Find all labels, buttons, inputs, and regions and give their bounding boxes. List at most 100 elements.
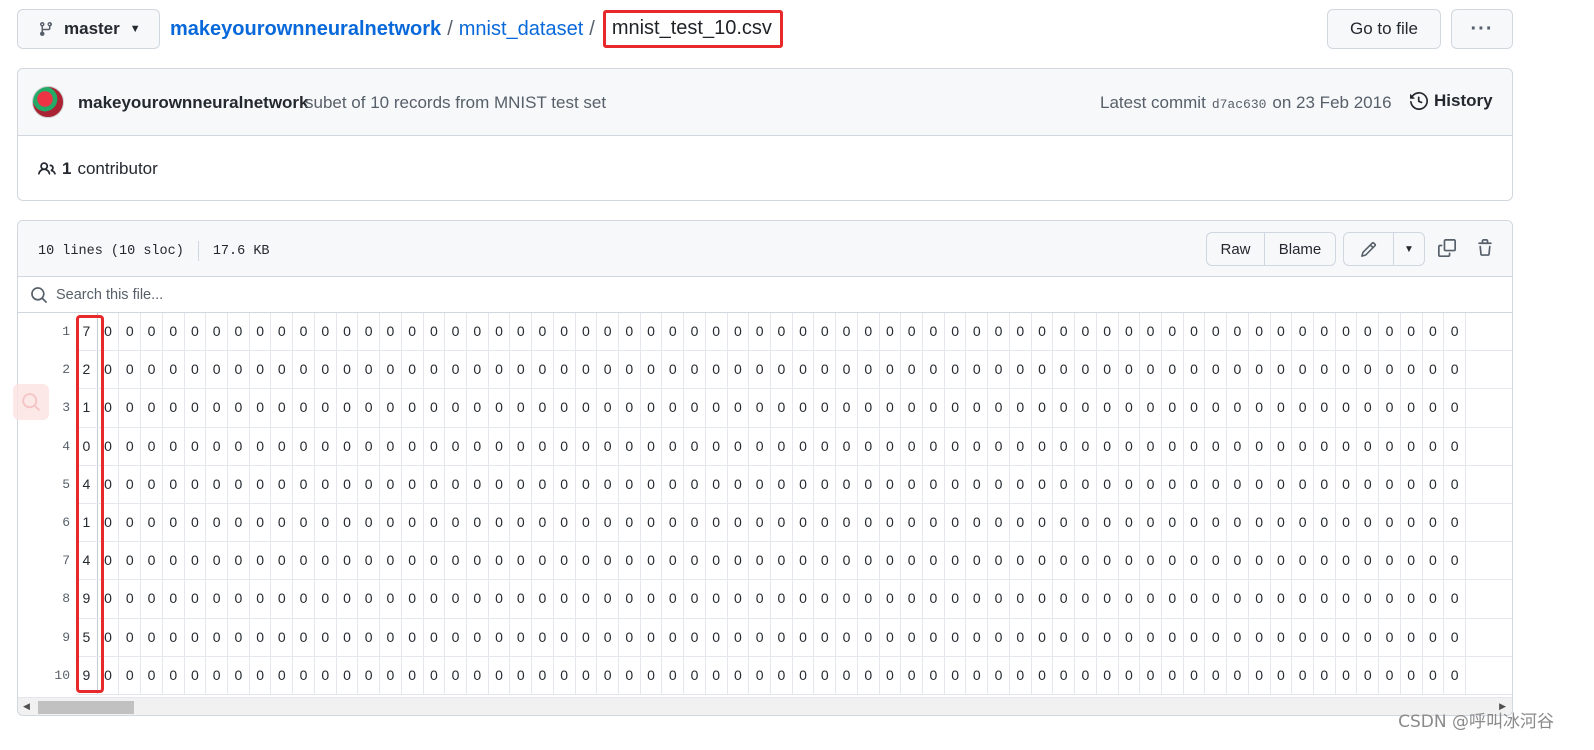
pixel-cell: 0 xyxy=(1032,580,1054,618)
pixel-cell: 0 xyxy=(1379,503,1401,542)
pixel-cell: 0 xyxy=(402,656,424,694)
pixel-cell: 0 xyxy=(901,656,924,694)
table-row: 9000000000000000000000000000000000000000… xyxy=(76,656,1512,695)
line-number[interactable]: 7 xyxy=(18,542,76,580)
commit-sha-link[interactable]: d7ac630 xyxy=(1212,97,1267,112)
pixel-cell: 0 xyxy=(1336,313,1358,351)
pixel-cell: 0 xyxy=(119,389,142,427)
pixel-cell: 0 xyxy=(445,503,467,542)
breadcrumb-repo-link[interactable]: makeyourownneuralnetwork xyxy=(170,18,441,41)
pixel-cell: 0 xyxy=(1010,427,1032,465)
breadcrumb-separator: / xyxy=(447,17,453,40)
table-row: 9000000000000000000000000000000000000000… xyxy=(76,580,1512,619)
pixel-cell: 0 xyxy=(1336,427,1358,465)
pixel-cell: 0 xyxy=(98,580,120,618)
raw-button[interactable]: Raw xyxy=(1207,233,1265,265)
pixel-cell: 0 xyxy=(836,503,858,542)
pixel-cell: 0 xyxy=(1292,427,1314,465)
pixel-cell: 0 xyxy=(966,656,989,694)
pixel-cell: 0 xyxy=(1097,465,1119,503)
more-options-button[interactable]: ··· xyxy=(1451,9,1513,49)
scrollbar-thumb[interactable] xyxy=(38,701,134,714)
pixel-cell: 0 xyxy=(901,465,924,503)
pixel-cell: 0 xyxy=(684,427,706,465)
commit-box: makeyourownneuralnetwork subet of 10 rec… xyxy=(17,68,1513,201)
breadcrumb-dir-link[interactable]: mnist_dataset xyxy=(459,18,584,41)
pixel-cell: 0 xyxy=(510,465,533,503)
line-number[interactable]: 4 xyxy=(18,428,76,466)
pixel-cell: 0 xyxy=(793,465,815,503)
horizontal-scrollbar[interactable]: ◀ ▶ xyxy=(18,697,1512,715)
history-link[interactable]: History xyxy=(1410,91,1493,111)
avatar[interactable] xyxy=(32,86,64,118)
csv-table: 1 2 3 4 5 6 7 8 9 10 7000000000000000000000000000… xyxy=(18,313,1512,695)
pixel-cell: 0 xyxy=(1010,542,1032,580)
go-to-file-button[interactable]: Go to file xyxy=(1327,9,1441,49)
copy-raw-button[interactable] xyxy=(1435,236,1459,260)
pixel-cell: 0 xyxy=(1423,580,1445,618)
pixel-cell: 0 xyxy=(1227,580,1249,618)
pixel-cell: 0 xyxy=(358,618,381,656)
pixel-cell: 0 xyxy=(1357,313,1380,351)
table-row: 7000000000000000000000000000000000000000… xyxy=(76,313,1512,352)
pixel-cell: 0 xyxy=(141,503,163,542)
pixel-cell: 0 xyxy=(1314,503,1336,542)
pixel-cell: 0 xyxy=(489,580,511,618)
pixel-cell: 0 xyxy=(858,503,880,542)
pixel-cell: 0 xyxy=(293,656,315,694)
line-number[interactable]: 9 xyxy=(18,619,76,657)
pixel-cell: 0 xyxy=(1097,656,1119,694)
pixel-cell: 0 xyxy=(250,389,272,427)
pixel-cell: 0 xyxy=(532,351,554,389)
pixel-cell: 0 xyxy=(1184,313,1206,351)
pixel-cell: 0 xyxy=(1119,313,1141,351)
pixel-cell: 0 xyxy=(532,503,554,542)
pixel-cell: 0 xyxy=(532,465,554,503)
pixel-cell: 0 xyxy=(141,465,163,503)
pixel-cell: 0 xyxy=(98,313,120,351)
pixel-cell: 0 xyxy=(880,465,902,503)
pixel-cell: 0 xyxy=(945,351,967,389)
pixel-cell: 0 xyxy=(945,465,967,503)
pixel-cell: 0 xyxy=(1314,542,1336,580)
pixel-cell: 0 xyxy=(706,503,728,542)
pixel-cell: 0 xyxy=(706,580,728,618)
line-number[interactable]: 5 xyxy=(18,466,76,504)
pixel-cell: 0 xyxy=(424,313,446,351)
pixel-cell: 0 xyxy=(1227,618,1249,656)
line-number[interactable]: 10 xyxy=(18,657,76,695)
pixel-cell: 0 xyxy=(836,389,858,427)
pixel-cell: 0 xyxy=(684,465,706,503)
blame-button[interactable]: Blame xyxy=(1265,233,1335,265)
line-number[interactable]: 1 xyxy=(18,313,76,351)
scroll-left-icon[interactable]: ◀ xyxy=(23,701,30,712)
file-search-input[interactable] xyxy=(56,286,656,303)
floating-search-icon[interactable] xyxy=(13,384,49,420)
table-row: 0000000000000000000000000000000000000000… xyxy=(76,427,1512,466)
line-number[interactable]: 8 xyxy=(18,580,76,618)
contributors-row[interactable]: 1 contributor xyxy=(38,159,158,179)
pixel-cell: 0 xyxy=(1401,465,1423,503)
pixel-cell: 0 xyxy=(1444,580,1466,618)
pixel-cell: 0 xyxy=(293,542,315,580)
line-number[interactable]: 6 xyxy=(18,504,76,542)
pixel-cell: 0 xyxy=(228,503,250,542)
pixel-cell: 0 xyxy=(185,542,207,580)
table-row: 1000000000000000000000000000000000000000… xyxy=(76,503,1512,543)
commit-author-link[interactable]: makeyourownneuralnetwork xyxy=(78,93,309,113)
branch-selector[interactable]: master ▼ xyxy=(17,9,160,49)
pixel-cell: 0 xyxy=(749,542,771,580)
pixel-cell: 0 xyxy=(380,580,402,618)
pixel-cell: 0 xyxy=(1184,389,1206,427)
pixel-cell: 0 xyxy=(1075,542,1097,580)
delete-file-button[interactable] xyxy=(1473,236,1497,260)
pixel-cell: 0 xyxy=(988,351,1010,389)
pixel-cell: 0 xyxy=(814,351,837,389)
pixel-cell: 0 xyxy=(315,618,337,656)
pixel-cell: 0 xyxy=(1423,351,1445,389)
edit-button[interactable] xyxy=(1344,233,1394,265)
pixel-cell: 0 xyxy=(424,465,446,503)
commit-message-link[interactable]: subet of 10 records from MNIST test set xyxy=(305,93,606,113)
pixel-cell: 0 xyxy=(1444,427,1466,465)
edit-dropdown-button[interactable]: ▼ xyxy=(1394,233,1424,265)
